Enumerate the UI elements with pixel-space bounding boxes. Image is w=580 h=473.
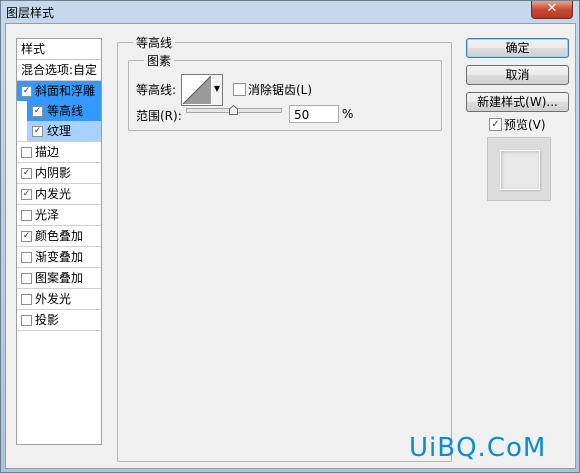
antialias-label[interactable]: 消除锯齿(L) xyxy=(248,81,312,98)
caret-down-icon: ▼ xyxy=(213,84,221,93)
close-button[interactable]: ✕ xyxy=(531,1,573,19)
style-item-stroke[interactable]: 描边 xyxy=(17,142,101,162)
cancel-button[interactable]: 取消 xyxy=(466,65,569,85)
title-bar[interactable]: 图层样式 ✕ xyxy=(1,1,579,23)
bevel-emboss-checkbox[interactable]: ✓ xyxy=(21,86,32,97)
drop-shadow-checkbox[interactable] xyxy=(21,315,32,326)
inner-shadow-checkbox[interactable]: ✓ xyxy=(21,168,32,179)
style-item-satin[interactable]: 光泽 xyxy=(17,205,101,225)
styles-list-header: 样式 xyxy=(17,39,101,60)
style-item-label: 颜色叠加 xyxy=(35,229,84,243)
outer-glow-checkbox[interactable] xyxy=(21,294,32,305)
style-item-label: 外发光 xyxy=(35,292,72,306)
contour-picker[interactable] xyxy=(181,74,213,106)
preview-label[interactable]: 预览(V) xyxy=(504,116,546,133)
style-item-label: 斜面和浮雕 xyxy=(35,84,96,98)
style-item-outer-glow[interactable]: 外发光 xyxy=(17,289,101,309)
style-item-label: 投影 xyxy=(35,313,60,327)
range-unit: % xyxy=(342,107,354,121)
preview-checkbox[interactable]: ✓ xyxy=(489,118,502,131)
style-preview-swatch xyxy=(487,137,551,201)
style-item-gradient-overlay[interactable]: 渐变叠加 xyxy=(17,247,101,267)
blending-options-item[interactable]: 混合选项:自定 xyxy=(17,60,101,80)
color-overlay-checkbox[interactable]: ✓ xyxy=(21,231,32,242)
range-slider-thumb[interactable] xyxy=(229,105,238,115)
contour-group-title: 等高线 xyxy=(133,34,176,51)
preview-sample xyxy=(500,150,540,190)
antialias-checkbox[interactable] xyxy=(233,83,246,96)
range-label: 范围(R): xyxy=(136,109,182,123)
style-item-label: 渐变叠加 xyxy=(35,250,84,264)
dialog-body: 样式 混合选项:自定 ✓ 斜面和浮雕 ✓ 等高线 ✓ 纹理 描边 ✓ 内阴影 ✓… xyxy=(5,23,576,469)
style-item-color-overlay[interactable]: ✓ 颜色叠加 xyxy=(17,226,101,246)
watermark-text: UiBQ.CoM xyxy=(409,433,547,463)
style-item-label: 纹理 xyxy=(47,124,72,138)
style-item-pattern-overlay[interactable]: 图案叠加 xyxy=(17,268,101,288)
window-title: 图层样式 xyxy=(6,6,55,20)
gradient-overlay-checkbox[interactable] xyxy=(21,252,32,263)
texture-checkbox[interactable]: ✓ xyxy=(32,126,43,137)
inner-glow-checkbox[interactable]: ✓ xyxy=(21,189,32,200)
elements-group-title: 图素 xyxy=(144,52,175,69)
pattern-overlay-checkbox[interactable] xyxy=(21,273,32,284)
new-style-button[interactable]: 新建样式(W)... xyxy=(466,92,569,112)
style-item-inner-shadow[interactable]: ✓ 内阴影 xyxy=(17,163,101,183)
style-item-label: 图案叠加 xyxy=(35,271,84,285)
satin-checkbox[interactable] xyxy=(21,210,32,221)
ok-button[interactable]: 确定 xyxy=(466,38,569,58)
contour-curve-icon xyxy=(182,75,212,105)
stroke-checkbox[interactable] xyxy=(21,147,32,158)
styles-list: 样式 混合选项:自定 ✓ 斜面和浮雕 ✓ 等高线 ✓ 纹理 描边 ✓ 内阴影 ✓… xyxy=(16,38,102,445)
contour-label: 等高线: xyxy=(136,83,177,97)
list-divider xyxy=(17,330,101,331)
style-item-label: 描边 xyxy=(35,145,60,159)
style-item-inner-glow[interactable]: ✓ 内发光 xyxy=(17,184,101,204)
contour-checkbox[interactable]: ✓ xyxy=(32,106,43,117)
style-item-contour[interactable]: ✓ 等高线 xyxy=(27,101,101,121)
style-item-label: 内发光 xyxy=(35,187,72,201)
style-item-drop-shadow[interactable]: 投影 xyxy=(17,310,101,330)
range-input[interactable]: 50 xyxy=(289,105,339,123)
style-item-label: 等高线 xyxy=(47,104,84,118)
style-item-bevel-emboss[interactable]: ✓ 斜面和浮雕 xyxy=(17,81,101,101)
layer-style-dialog: 图层样式 ✕ 样式 混合选项:自定 ✓ 斜面和浮雕 ✓ 等高线 ✓ 纹理 描边 … xyxy=(0,0,580,473)
contour-dropdown-button[interactable]: ▼ xyxy=(212,74,223,106)
style-item-label: 光泽 xyxy=(35,208,60,222)
style-item-label: 内阴影 xyxy=(35,166,72,180)
style-item-texture[interactable]: ✓ 纹理 xyxy=(27,121,101,141)
